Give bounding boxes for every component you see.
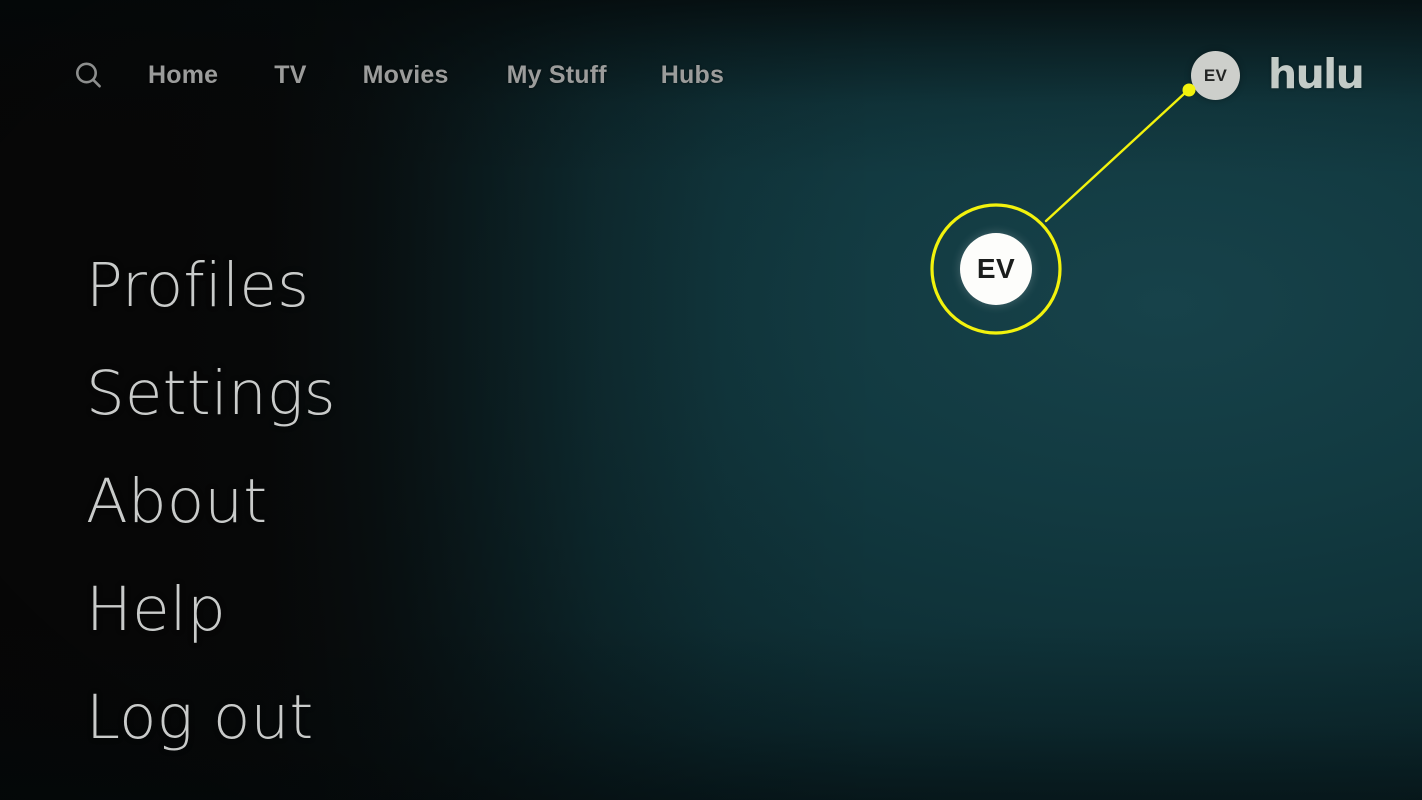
avatar[interactable]: EV (1191, 51, 1240, 100)
nav-item-tv[interactable]: TV (274, 56, 306, 94)
nav-item-movies[interactable]: Movies (363, 56, 449, 94)
magnified-avatar-initials: EV (976, 253, 1016, 284)
account-menu: Profiles Settings About Help Log out (86, 232, 606, 772)
magnified-avatar: EV (960, 233, 1032, 305)
nav-links: Home TV Movies My Stuff Hubs (148, 56, 724, 94)
hulu-tv-app-screen: Home TV Movies My Stuff Hubs EV hulu Pro… (0, 0, 1422, 800)
menu-item-about[interactable]: About (86, 448, 606, 556)
menu-item-log-out[interactable]: Log out (86, 664, 606, 772)
nav-item-my-stuff[interactable]: My Stuff (507, 56, 607, 94)
top-navigation-bar: Home TV Movies My Stuff Hubs EV hulu (0, 0, 1422, 150)
avatar-initials: EV (1203, 65, 1228, 85)
menu-item-settings[interactable]: Settings (86, 340, 606, 448)
hulu-logo: hulu (1268, 50, 1365, 98)
search-icon[interactable] (71, 58, 107, 94)
menu-item-profiles[interactable]: Profiles (86, 232, 606, 340)
nav-item-home[interactable]: Home (148, 56, 218, 94)
nav-item-hubs[interactable]: Hubs (661, 56, 724, 94)
callout-magnifier-ring (930, 203, 1062, 335)
menu-item-help[interactable]: Help (86, 556, 606, 664)
